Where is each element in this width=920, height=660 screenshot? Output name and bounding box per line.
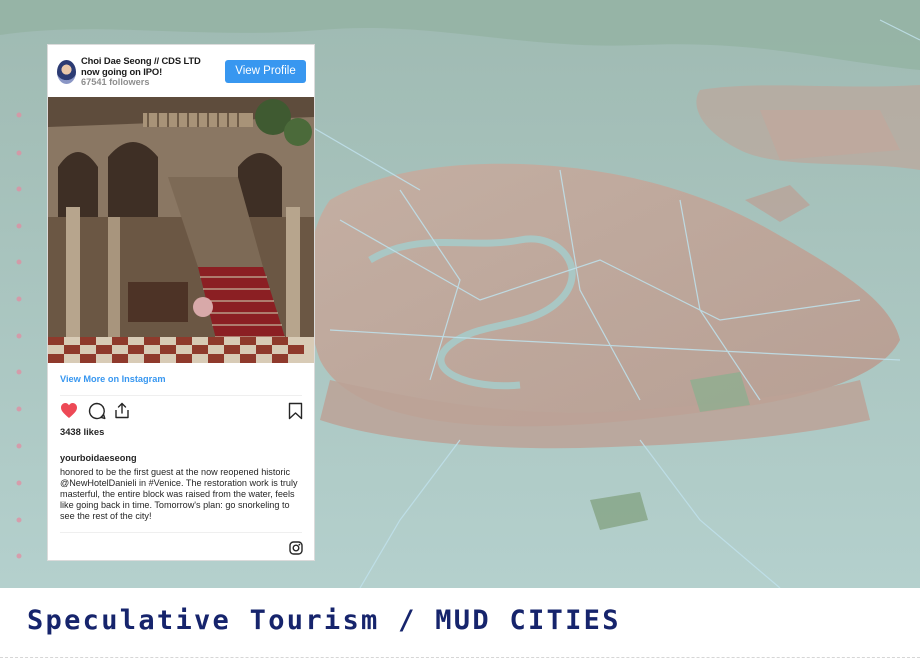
view-more-link[interactable]: View More on Instagram [60, 374, 166, 384]
view-profile-button[interactable]: View Profile [225, 60, 306, 83]
share-icon[interactable] [114, 402, 130, 419]
footer-divider [0, 657, 920, 658]
footer-bar: Speculative Tourism / MUD CITIES [0, 588, 920, 660]
post-caption: honored to be the first guest at the now… [60, 467, 298, 521]
avatar[interactable] [57, 60, 76, 84]
bookmark-icon[interactable] [288, 402, 303, 420]
author-name[interactable]: Choi Dae Seong // CDS LTD now going on I… [81, 55, 221, 77]
follower-count: 67541 followers [81, 77, 150, 87]
post-header: Choi Dae Seong // CDS LTD now going on I… [48, 45, 314, 97]
heart-icon[interactable] [60, 402, 78, 419]
like-count: 3438 likes [60, 426, 105, 437]
divider [60, 395, 302, 396]
page-title: Speculative Tourism / MUD CITIES [27, 605, 621, 636]
post-photo[interactable] [48, 97, 314, 363]
hotel-interior-image [48, 97, 314, 363]
comment-icon[interactable] [88, 402, 106, 420]
caption-username[interactable]: yourboidaeseong [60, 453, 137, 463]
instagram-icon[interactable] [289, 541, 303, 555]
divider [60, 532, 302, 533]
instagram-embed-card: Choi Dae Seong // CDS LTD now going on I… [47, 44, 315, 561]
